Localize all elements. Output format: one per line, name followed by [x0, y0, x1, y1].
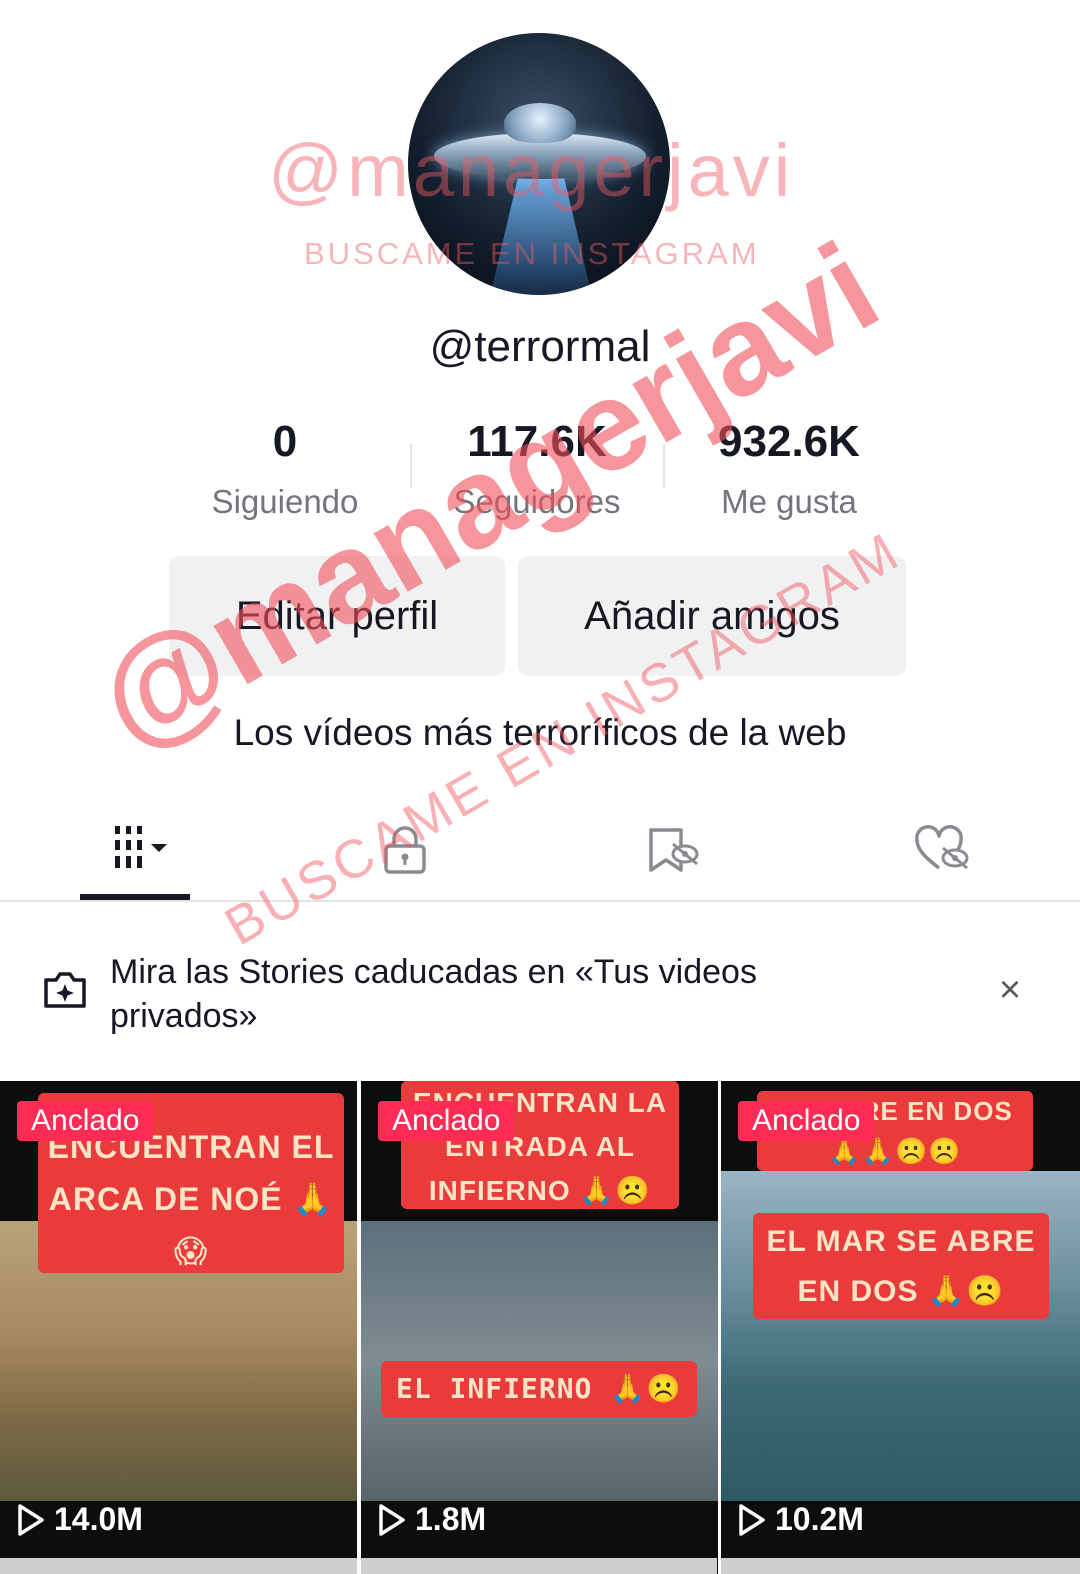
view-count: 14.0M	[16, 1501, 143, 1538]
avatar-ufo-beam	[486, 173, 596, 295]
camera-sparkle-icon	[44, 972, 86, 1008]
saved-hidden-icon	[649, 828, 699, 872]
stat-following[interactable]: 0 Siguiendo	[160, 412, 410, 532]
add-friends-button[interactable]: Añadir amigos	[518, 556, 906, 676]
stories-banner-text: Mira las Stories caducadas en «Tus video…	[110, 953, 757, 1035]
video-tile[interactable]: ENCUENTRAN EL ARCA DE NOÉ 🙏😱 Anclado 14.…	[0, 1081, 357, 1574]
lock-icon	[384, 826, 426, 874]
next-row-peek	[0, 1558, 357, 1574]
video-caption-secondary: EL INFIERNO 🙏☹️	[381, 1361, 697, 1417]
stat-following-label: Siguiendo	[211, 483, 359, 520]
stats-row: 0 Siguiendo 117.6K Seguidores 932.6K Me …	[160, 412, 920, 532]
stat-likes-value: 932.6K	[718, 417, 860, 466]
next-row-peek	[721, 1558, 1080, 1574]
stat-likes[interactable]: 932.6K Me gusta	[664, 412, 914, 532]
view-count-value: 14.0M	[54, 1501, 143, 1537]
video-caption-secondary: EL MAR SE ABRE EN DOS 🙏☹️	[753, 1213, 1049, 1319]
stat-followers[interactable]: 117.6K Seguidores	[412, 412, 662, 532]
liked-hidden-icon	[915, 825, 969, 870]
stat-followers-label: Seguidores	[453, 483, 621, 520]
edit-profile-button[interactable]: Editar perfil	[169, 556, 505, 676]
tab-saved[interactable]	[628, 800, 718, 900]
view-count-value: 1.8M	[415, 1501, 487, 1537]
profile-tabs	[0, 800, 1080, 902]
avatar-ufo-dome	[504, 103, 576, 143]
stat-likes-label: Me gusta	[721, 483, 857, 520]
avatar[interactable]	[408, 33, 670, 295]
pinned-badge: Anclado	[17, 1101, 154, 1141]
play-icon	[379, 1503, 405, 1536]
tab-liked[interactable]	[898, 800, 988, 900]
video-tile[interactable]: ENCUENTRAN LA ENTRADA AL INFIERNO 🙏☹️ EL…	[361, 1081, 718, 1574]
next-row-peek	[361, 1558, 717, 1574]
pinned-badge: Anclado	[378, 1101, 515, 1141]
videos-grid-icon	[115, 826, 167, 868]
username: @terrormal	[429, 322, 651, 371]
profile-bio: Los vídeos más terroríficos de la web	[233, 712, 847, 753]
play-icon	[739, 1503, 765, 1536]
tab-private[interactable]	[360, 800, 450, 900]
view-count: 1.8M	[377, 1501, 486, 1538]
play-icon	[18, 1503, 44, 1536]
video-grid: ENCUENTRAN EL ARCA DE NOÉ 🙏😱 Anclado 14.…	[0, 1081, 1080, 1574]
tab-videos[interactable]	[80, 800, 190, 900]
video-tile[interactable]: SE ABRE EN DOS 🙏🙏☹️☹️ EL MAR SE ABRE EN …	[721, 1081, 1080, 1574]
pinned-badge: Anclado	[738, 1101, 875, 1141]
close-icon[interactable]: ×	[990, 968, 1030, 1012]
view-count: 10.2M	[737, 1501, 864, 1538]
stat-followers-value: 117.6K	[467, 417, 607, 466]
stories-banner[interactable]: Mira las Stories caducadas en «Tus video…	[0, 940, 1080, 1050]
stat-following-value: 0	[272, 417, 298, 466]
view-count-value: 10.2M	[775, 1501, 864, 1537]
